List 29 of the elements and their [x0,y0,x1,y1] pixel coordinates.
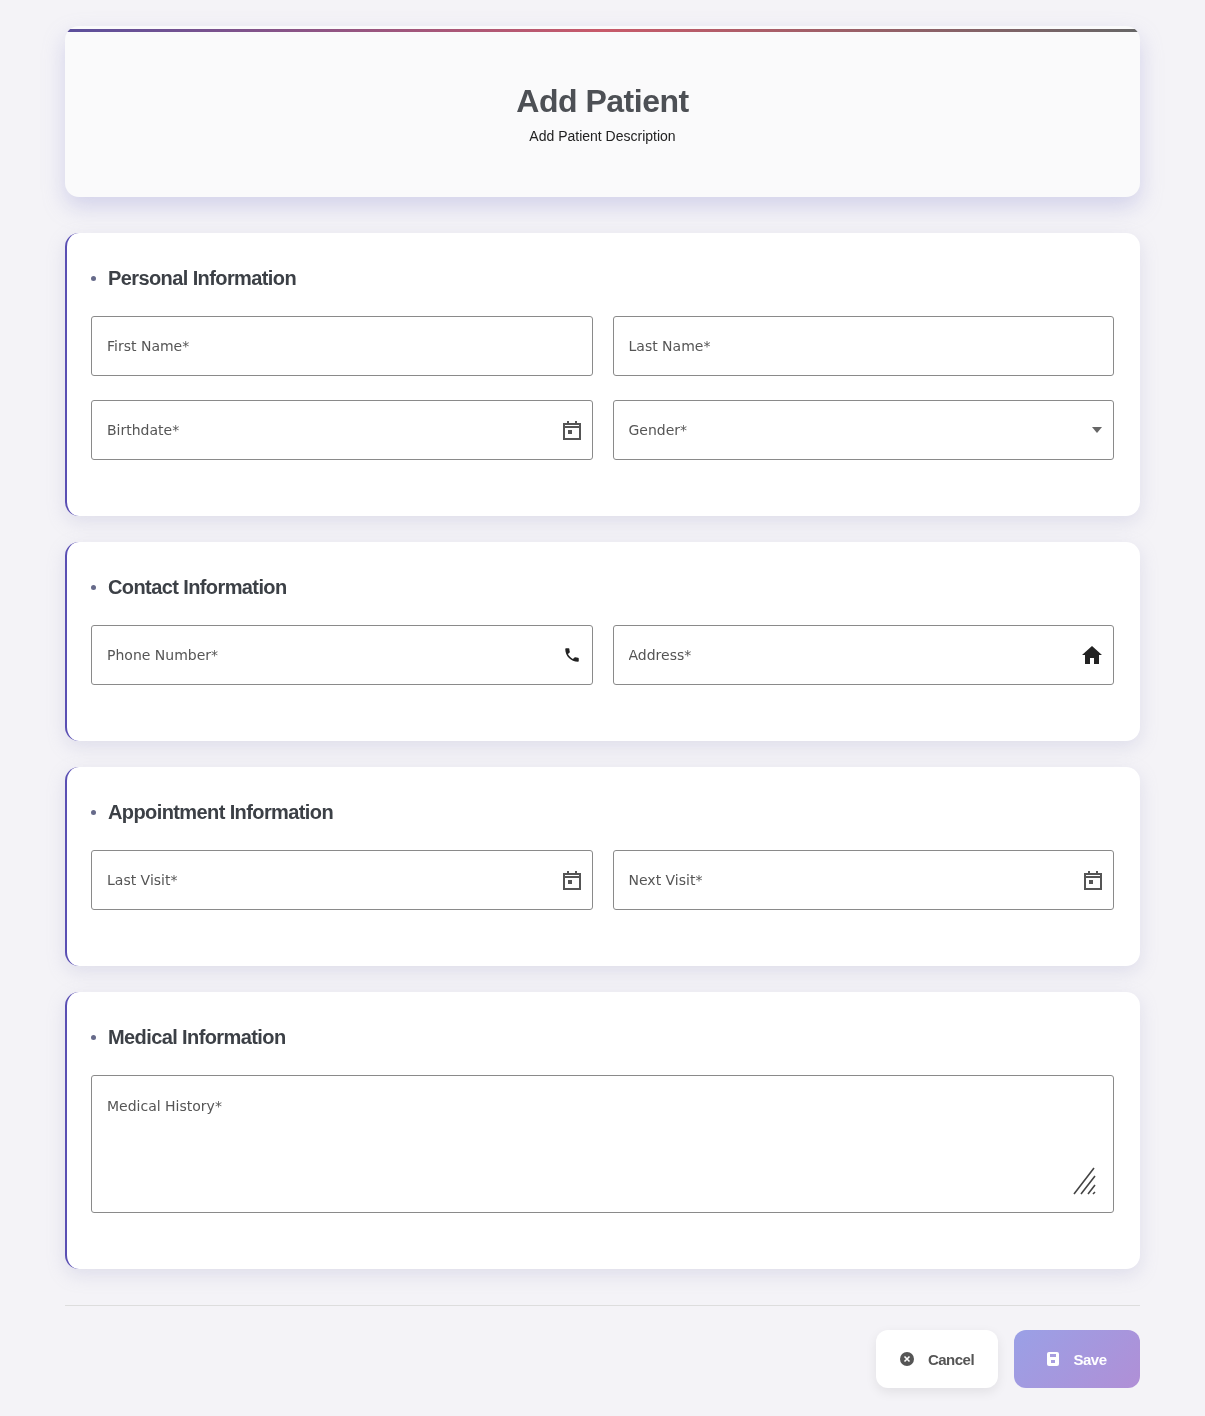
bullet-icon [91,585,96,590]
cancel-icon [899,1352,914,1366]
phone-icon [562,646,581,664]
bullet-icon [91,1035,96,1040]
input-field[interactable]: Last Name* [612,316,1114,376]
section-title: Appointment Information [108,801,334,824]
calendar-icon[interactable] [562,870,581,890]
page-description: Add Patient Description [529,127,676,144]
input-field[interactable]: Last Visit* [91,850,593,910]
input-field[interactable]: Next Visit* [612,850,1114,910]
bullet-icon [91,810,96,815]
input-field[interactable]: Birthdate* [91,400,593,460]
caret-icon[interactable] [1092,427,1102,433]
input-field[interactable]: Phone Number* [91,625,593,685]
page-title: Add Patient [516,82,689,120]
resize-handle-icon[interactable] [1072,1167,1096,1195]
home-icon [1082,646,1102,664]
cancel-button[interactable]: Cancel [876,1330,998,1388]
save-icon [1047,1352,1060,1366]
textarea-field[interactable]: Medical History* [91,1075,1114,1213]
section-title: Medical Information [108,1026,286,1049]
input-field[interactable]: Address* [612,625,1114,685]
bullet-icon [91,276,96,281]
input-field[interactable]: First Name* [91,316,593,376]
section-title: Personal Information [108,267,297,290]
dropdown-field[interactable]: Gender* [612,400,1114,460]
calendar-icon[interactable] [1084,870,1102,890]
calendar-icon[interactable] [562,420,581,440]
section-title: Contact Information [108,576,287,599]
